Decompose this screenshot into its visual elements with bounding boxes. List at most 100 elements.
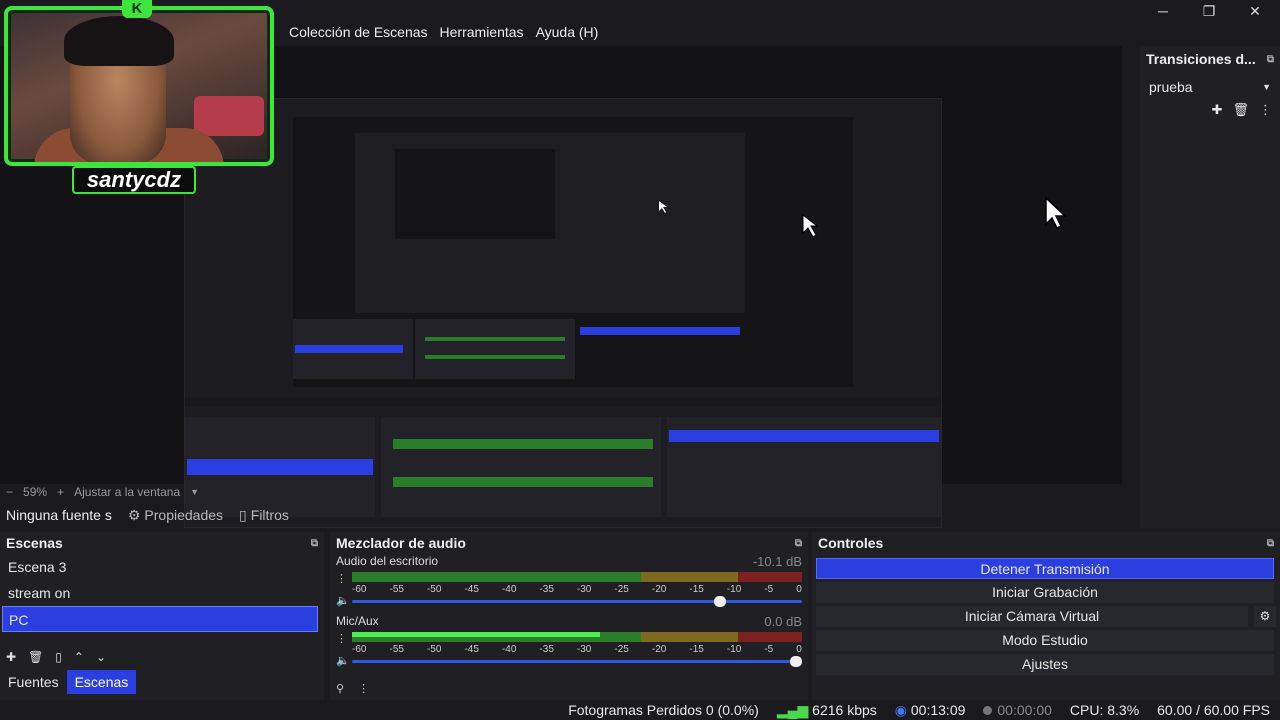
more-icon[interactable]: ⋮ xyxy=(358,682,369,695)
scene-item[interactable]: stream on xyxy=(2,580,318,606)
meter-tick-label: -50 xyxy=(426,644,442,655)
dock-undock-icon[interactable]: ⧉ xyxy=(1267,538,1274,549)
meter-tick-label: -60 xyxy=(352,584,367,595)
zoom-out-icon[interactable]: − xyxy=(6,485,13,499)
more-icon[interactable]: ⋮ xyxy=(336,572,347,585)
channel-name: Audio del escritorio xyxy=(336,554,439,568)
chevron-down-icon[interactable]: ▼ xyxy=(190,487,199,497)
add-icon[interactable]: ✚ xyxy=(6,650,16,664)
volume-meter xyxy=(352,632,802,642)
tab-scenes[interactable]: Escenas xyxy=(66,670,137,694)
gear-icon: ⚙ xyxy=(127,506,141,523)
menu-tools[interactable]: Herramientas xyxy=(439,24,525,46)
zoom-fit-label[interactable]: Ajustar a la ventana xyxy=(74,485,180,499)
transitions-title: Transiciones d... xyxy=(1146,51,1256,67)
zoom-percent: 59% xyxy=(23,485,48,499)
controls-header: Controles ⧉ xyxy=(812,532,1280,554)
volume-slider-knob[interactable] xyxy=(713,596,726,607)
volume-slider[interactable] xyxy=(352,596,802,607)
transition-select[interactable]: prueba ▼ xyxy=(1146,76,1274,98)
dock-undock-icon[interactable]: ⧉ xyxy=(311,538,318,549)
webcam-overlay: K santycdz xyxy=(0,0,278,196)
recursive-preview-graphic xyxy=(185,99,941,527)
volume-slider[interactable] xyxy=(352,656,802,667)
controls-dock: Controles ⧉ Detener Transmisión Iniciar … xyxy=(812,532,1280,700)
studio-mode-button[interactable]: Modo Estudio xyxy=(816,630,1274,651)
stop-streaming-button[interactable]: Detener Transmisión xyxy=(816,558,1274,579)
chevron-down-icon[interactable]: ⌄ xyxy=(96,650,106,664)
mixer-channel: Mic/Aux 0.0 dB ⋮ -60 -55 -50 -45 -40 -35 -30 -2… xyxy=(330,614,808,674)
transition-tools: ✚ 🗑 ⋮ xyxy=(1140,102,1280,118)
record-time: 00:00:00 xyxy=(997,702,1052,718)
filter-icon[interactable]: ▯ xyxy=(55,650,62,664)
meter-tick-label: -35 xyxy=(539,644,554,655)
chevron-up-icon[interactable]: ⌃ xyxy=(74,650,84,664)
settings-button[interactable]: Ajustes xyxy=(816,654,1274,675)
cpu-usage: CPU: 8.3% xyxy=(1069,702,1140,718)
speaker-icon[interactable]: 🔈 xyxy=(336,654,350,667)
properties-label: Propiedades xyxy=(144,507,224,523)
meter-tick-label: -25 xyxy=(614,584,629,595)
meter-ticks: -60 -55 -50 -45 -40 -35 -30 -25 -20 -15 -10 -5 0 xyxy=(352,644,802,655)
meter-tick-label: -15 xyxy=(689,584,704,595)
audio-mixer-dock: Mezclador de audio ⧉ Audio del escritori… xyxy=(330,532,808,700)
mouse-cursor-icon xyxy=(1045,196,1067,230)
menu-scene-collection[interactable]: Colección de Escenas xyxy=(288,24,429,46)
close-icon[interactable]: ✕ xyxy=(1232,0,1278,22)
more-icon[interactable]: ⋮ xyxy=(1259,102,1272,118)
mixer-title: Mezclador de audio xyxy=(336,535,466,551)
dock-undock-icon[interactable]: ⧉ xyxy=(795,538,802,549)
scene-item-selected[interactable]: PC xyxy=(2,606,318,632)
meter-tick-label: -40 xyxy=(501,644,517,655)
add-icon[interactable]: ✚ xyxy=(1212,102,1223,118)
link-icon[interactable]: ⚲ xyxy=(336,682,344,695)
maximize-icon[interactable]: ❐ xyxy=(1186,0,1232,22)
meter-tick-label: -5 xyxy=(764,644,774,655)
transitions-header: Transiciones d... ⧉ xyxy=(1140,46,1280,72)
filters-button[interactable]: ▯ Filtros xyxy=(239,507,289,524)
bitrate-value: 6216 kbps xyxy=(812,701,877,718)
more-icon[interactable]: ⋮ xyxy=(336,632,347,645)
speaker-icon[interactable]: 🔈 xyxy=(336,594,350,607)
channel-name: Mic/Aux xyxy=(336,614,379,628)
meter-tick-label: -35 xyxy=(539,584,554,595)
webcam-badge: K xyxy=(122,0,152,18)
channel-db: 0.0 dB xyxy=(764,614,802,629)
tab-sources[interactable]: Fuentes xyxy=(0,670,67,694)
webcam-background-object xyxy=(194,96,264,136)
stream-icon: ◉ xyxy=(894,701,911,718)
meter-tick-label: 0 xyxy=(796,644,802,655)
chevron-down-icon: ▼ xyxy=(1262,82,1271,92)
meter-tick-label: -10 xyxy=(726,584,742,595)
trash-icon[interactable]: 🗑 xyxy=(28,650,43,664)
meter-tick-label: -20 xyxy=(651,584,667,595)
meter-tick-label: -15 xyxy=(689,644,704,655)
webcam-frame xyxy=(4,6,274,166)
filter-icon: ▯ xyxy=(239,506,247,523)
meter-tick-label: 0 xyxy=(796,584,802,595)
record-icon xyxy=(983,706,993,715)
stream-time-status: ◉ 00:13:09 xyxy=(895,702,966,719)
gear-icon[interactable]: ⚙ xyxy=(1254,606,1276,627)
start-recording-button[interactable]: Iniciar Grabación xyxy=(816,582,1274,603)
zoom-in-icon[interactable]: + xyxy=(57,485,64,499)
mixer-header: Mezclador de audio ⧉ xyxy=(330,532,808,554)
dock-undock-icon[interactable]: ⧉ xyxy=(1267,54,1274,65)
menu-help[interactable]: Ayuda (H) xyxy=(535,24,600,46)
meter-tick-label: -10 xyxy=(726,644,742,655)
source-toolbar: Ninguna fuente s ⚙ Propiedades ▯ Filtros xyxy=(0,502,1140,528)
scene-tools: ✚ 🗑 ▯ ⌃ ⌄ xyxy=(6,650,106,664)
minimize-icon[interactable]: ─ xyxy=(1140,0,1186,22)
no-source-label: Ninguna fuente s xyxy=(6,507,112,523)
scenes-dock: Escenas ⧉ Escena 3 stream on PC ✚ 🗑 ▯ ⌃ … xyxy=(0,532,324,700)
start-virtual-camera-button[interactable]: Iniciar Cámara Virtual ⚙ xyxy=(816,606,1276,627)
fps-status: 60.00 / 60.00 FPS xyxy=(1157,702,1270,718)
properties-button[interactable]: ⚙ Propiedades xyxy=(128,507,223,524)
controls-title: Controles xyxy=(818,535,884,551)
virtual-camera-label: Iniciar Cámara Virtual xyxy=(964,608,1100,624)
trash-icon[interactable]: 🗑 xyxy=(1232,102,1249,118)
meter-level xyxy=(352,632,600,637)
scene-item[interactable]: Escena 3 xyxy=(2,554,318,580)
volume-slider-knob[interactable] xyxy=(790,656,802,667)
scene-tabs: Fuentes Escenas xyxy=(0,670,137,694)
